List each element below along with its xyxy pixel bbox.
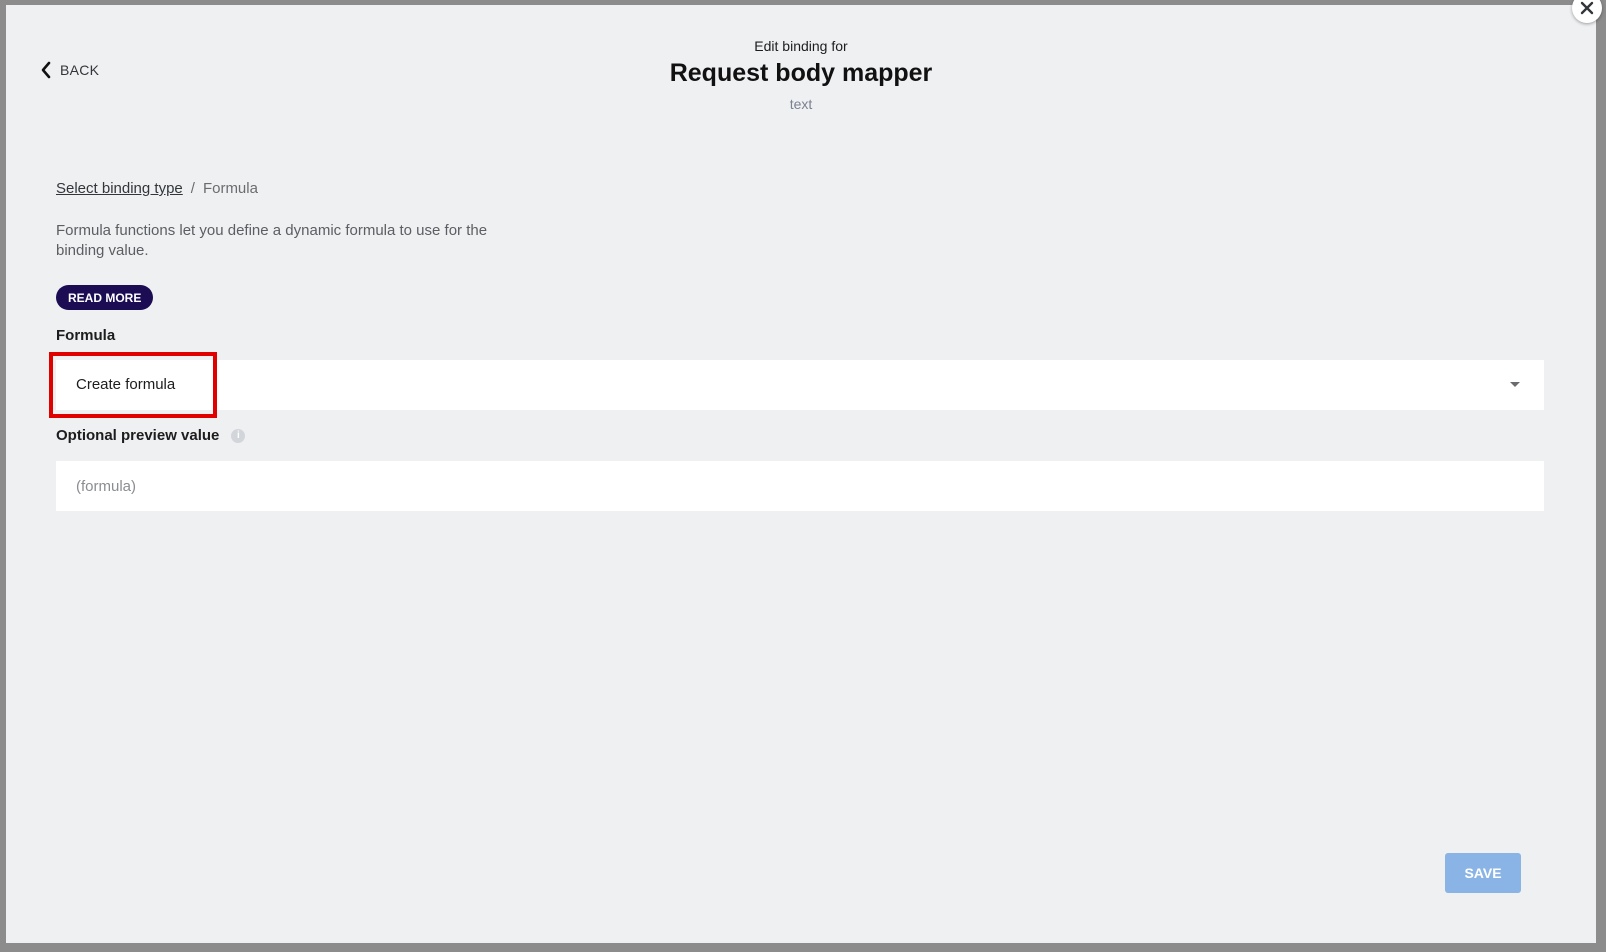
read-more-button[interactable]: READ MORE: [56, 285, 154, 310]
info-icon[interactable]: i: [231, 428, 246, 443]
breadcrumb-current: Formula: [202, 180, 258, 197]
preview-label: Optional preview value i: [56, 427, 246, 444]
breadcrumb-select-binding-type[interactable]: Select binding type: [56, 180, 183, 197]
edit-binding-dialog: BACK Edit binding for Request body mappe…: [6, 0, 1602, 943]
save-button[interactable]: SAVE: [1445, 853, 1521, 893]
close-icon: [1580, 1, 1594, 15]
caret-down-icon: [1510, 382, 1520, 387]
preview-value-input[interactable]: [56, 461, 1544, 511]
formula-select[interactable]: Create formula: [49, 352, 1544, 418]
binding-type-label: text: [789, 96, 813, 112]
dialog-title: Request body mapper: [669, 59, 933, 87]
formula-select-value: Create formula: [76, 376, 176, 393]
breadcrumb-separator: /: [190, 180, 195, 197]
dialog-header: Edit binding for Request body mapper tex…: [6, 37, 1596, 113]
preview-label-text: Optional preview value: [56, 427, 220, 444]
formula-label-text: Formula: [56, 327, 116, 344]
breadcrumb: Select binding type / Formula: [56, 180, 258, 197]
formula-description: Formula functions let you define a dynam…: [56, 222, 488, 259]
formula-label: Formula: [56, 327, 115, 344]
dialog-subtitle: Edit binding for: [754, 38, 848, 54]
